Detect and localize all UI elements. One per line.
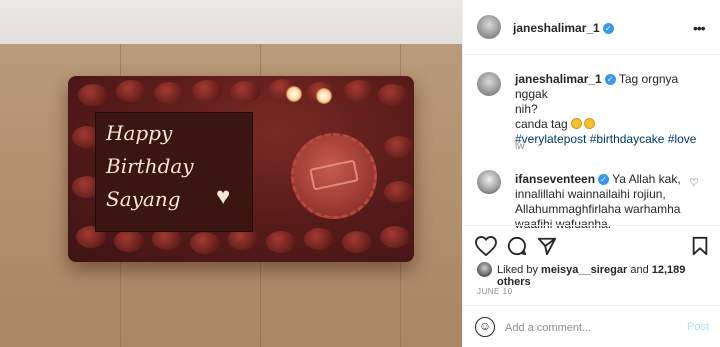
verified-badge-icon: ✓ <box>602 23 614 34</box>
author-name[interactable]: janeshalimar_1 <box>513 21 600 35</box>
post-caption: janeshalimar_1 ✓ Tag orgnya nggak nih? ca… <box>515 72 711 147</box>
bookmark-icon[interactable] <box>691 236 709 256</box>
comment: ifanseventeen ✓ Ya Allah kak, innalillahi… <box>515 172 691 232</box>
hashtag-link[interactable]: #verylatepost <box>515 132 586 146</box>
heart-icon[interactable] <box>475 236 497 256</box>
chocolate-seal <box>291 133 377 219</box>
caption-text: canda tag <box>515 117 568 131</box>
caption-avatar[interactable] <box>477 72 501 96</box>
comment-icon[interactable] <box>507 236 527 256</box>
post-photo[interactable]: Happy Birthday Sayang ♥ <box>0 0 462 347</box>
share-icon[interactable] <box>537 236 557 256</box>
author-avatar[interactable] <box>477 15 501 39</box>
plaque-line: Birthday <box>106 154 194 178</box>
emoji-icon <box>571 118 583 129</box>
post-sidebar: janeshalimar_1 ✓ ••• janeshalimar_1 ✓ Tag … <box>462 0 720 347</box>
caption-timestamp: lw <box>515 141 525 152</box>
like-comment-heart-icon[interactable]: ♡ <box>689 176 699 189</box>
comment-text: innalillahi wainnailaihi rojiun, <box>515 187 666 201</box>
plaque-line: Happy <box>106 121 173 145</box>
post-header: janeshalimar_1 ✓ ••• <box>463 0 720 55</box>
add-comment-input[interactable] <box>505 319 675 337</box>
verified-badge-icon: ✓ <box>604 74 616 85</box>
hashtag-link[interactable]: #birthdaycake <box>590 132 665 146</box>
caption-username[interactable]: janeshalimar_1 <box>515 72 602 86</box>
heart-decoration-icon: ♥ <box>216 183 231 210</box>
likes-prefix: Liked by <box>497 264 538 276</box>
likes-middle: and <box>630 264 649 276</box>
hashtag-link[interactable]: #love <box>668 132 697 146</box>
verified-badge-icon: ✓ <box>598 174 610 185</box>
more-options-icon[interactable]: ••• <box>693 20 706 36</box>
chocolate-plaque: Happy Birthday Sayang <box>95 112 253 232</box>
caption-text: nih? <box>515 102 538 116</box>
likes-summary: Liked by meisya__siregar and 12,189 othe… <box>497 264 720 288</box>
candle-flame <box>316 88 332 104</box>
post-date[interactable]: JUNE 10 <box>477 287 513 296</box>
seal-logo <box>309 159 359 191</box>
author-username[interactable]: janeshalimar_1 ✓ <box>513 21 614 35</box>
commenter-avatar[interactable] <box>477 170 501 194</box>
liker-username[interactable]: meisya__siregar <box>541 264 627 276</box>
add-comment-row: ☺ Post <box>463 305 720 347</box>
post-comment-button[interactable]: Post <box>687 321 709 333</box>
comment-text: Allahummaghfirlaha warhamha <box>515 202 681 216</box>
emoji-icon[interactable]: ☺ <box>475 317 495 337</box>
plaque-text: Happy Birthday Sayang <box>96 113 252 231</box>
candle-flame <box>286 86 302 102</box>
comment-text: Ya Allah kak, <box>612 172 681 186</box>
emoji-icon <box>584 118 596 129</box>
commenter-username[interactable]: ifanseventeen <box>515 172 595 186</box>
liker-avatar[interactable] <box>477 262 492 277</box>
